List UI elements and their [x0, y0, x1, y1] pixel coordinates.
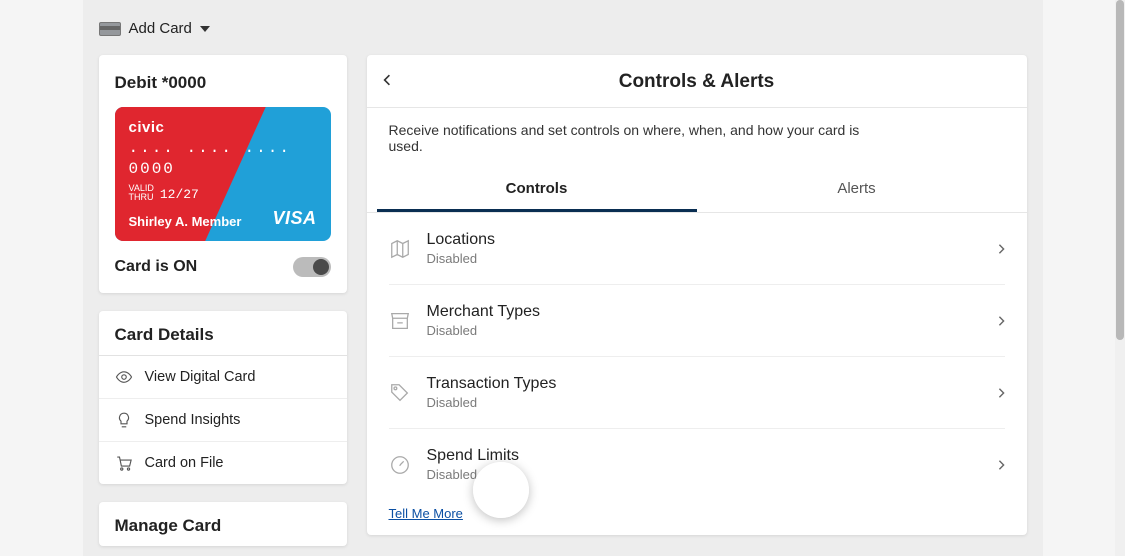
- control-label: Locations: [427, 231, 982, 249]
- add-card-label: Add Card: [129, 20, 192, 37]
- control-label: Spend Limits: [427, 447, 982, 465]
- tab-controls[interactable]: Controls: [377, 168, 697, 212]
- tab-label: Controls: [506, 180, 568, 197]
- panel-subtext: Receive notifications and set controls o…: [367, 108, 907, 168]
- chevron-right-icon: [998, 387, 1005, 399]
- control-status: Disabled: [427, 251, 982, 266]
- card-status-label: Card is ON: [115, 258, 198, 276]
- control-label: Transaction Types: [427, 375, 982, 393]
- card-brand: civic: [129, 119, 317, 136]
- chevron-down-icon: [200, 26, 210, 32]
- list-item-label: View Digital Card: [145, 369, 256, 385]
- eye-icon: [115, 368, 133, 386]
- chevron-right-icon: [998, 459, 1005, 471]
- card-network: VISA: [272, 208, 316, 229]
- tag-icon: [389, 382, 411, 404]
- valid-thru-date: 12/27: [160, 187, 199, 202]
- map-icon: [389, 238, 411, 260]
- control-status: Disabled: [427, 395, 982, 410]
- list-item-label: Spend Insights: [145, 412, 241, 428]
- tell-me-more-link[interactable]: Tell Me More: [367, 500, 1027, 527]
- panel-title: Controls & Alerts: [619, 71, 775, 92]
- list-item-label: Card on File: [145, 455, 224, 471]
- cart-icon: [115, 454, 133, 472]
- back-button[interactable]: [383, 73, 391, 92]
- view-digital-card-row[interactable]: View Digital Card: [99, 356, 347, 399]
- controls-alerts-panel: Controls & Alerts Receive notifications …: [367, 55, 1027, 535]
- control-status: Disabled: [427, 323, 982, 338]
- card-on-file-row[interactable]: Card on File: [99, 442, 347, 484]
- tab-alerts[interactable]: Alerts: [697, 168, 1017, 212]
- control-spend-limits[interactable]: Spend Limits Disabled: [389, 429, 1005, 500]
- bulb-icon: [115, 411, 133, 429]
- credit-card-image: civic ···· ···· ···· 0000 VALID THRU 12/…: [115, 107, 331, 241]
- control-status: Disabled: [427, 467, 982, 482]
- control-label: Merchant Types: [427, 303, 982, 321]
- control-transaction-types[interactable]: Transaction Types Disabled: [389, 357, 1005, 429]
- card-icon: [99, 22, 121, 36]
- card-account-title: Debit *0000: [115, 73, 331, 93]
- manage-card-panel: Manage Card: [99, 502, 347, 546]
- card-summary-panel: Debit *0000 civic ···· ···· ···· 0000 VA…: [99, 55, 347, 293]
- control-locations[interactable]: Locations Disabled: [389, 213, 1005, 285]
- spend-insights-row[interactable]: Spend Insights: [99, 399, 347, 442]
- card-number: ···· ···· ···· 0000: [129, 142, 317, 178]
- tab-label: Alerts: [837, 180, 875, 197]
- card-details-panel: Card Details View Digital Card Spend Ins…: [99, 311, 347, 484]
- cardholder-name: Shirley A. Member: [129, 214, 242, 229]
- card-details-heading: Card Details: [99, 311, 347, 356]
- card-on-toggle[interactable]: [293, 257, 331, 277]
- add-card-button[interactable]: Add Card: [99, 20, 1027, 37]
- store-icon: [389, 310, 411, 332]
- valid-thru-label: VALID THRU: [129, 184, 154, 202]
- manage-card-heading: Manage Card: [99, 502, 347, 546]
- control-merchant-types[interactable]: Merchant Types Disabled: [389, 285, 1005, 357]
- gauge-icon: [389, 454, 411, 476]
- chevron-left-icon: [383, 73, 391, 87]
- chevron-right-icon: [998, 243, 1005, 255]
- chevron-right-icon: [998, 315, 1005, 327]
- page-scrollbar[interactable]: [1115, 0, 1125, 556]
